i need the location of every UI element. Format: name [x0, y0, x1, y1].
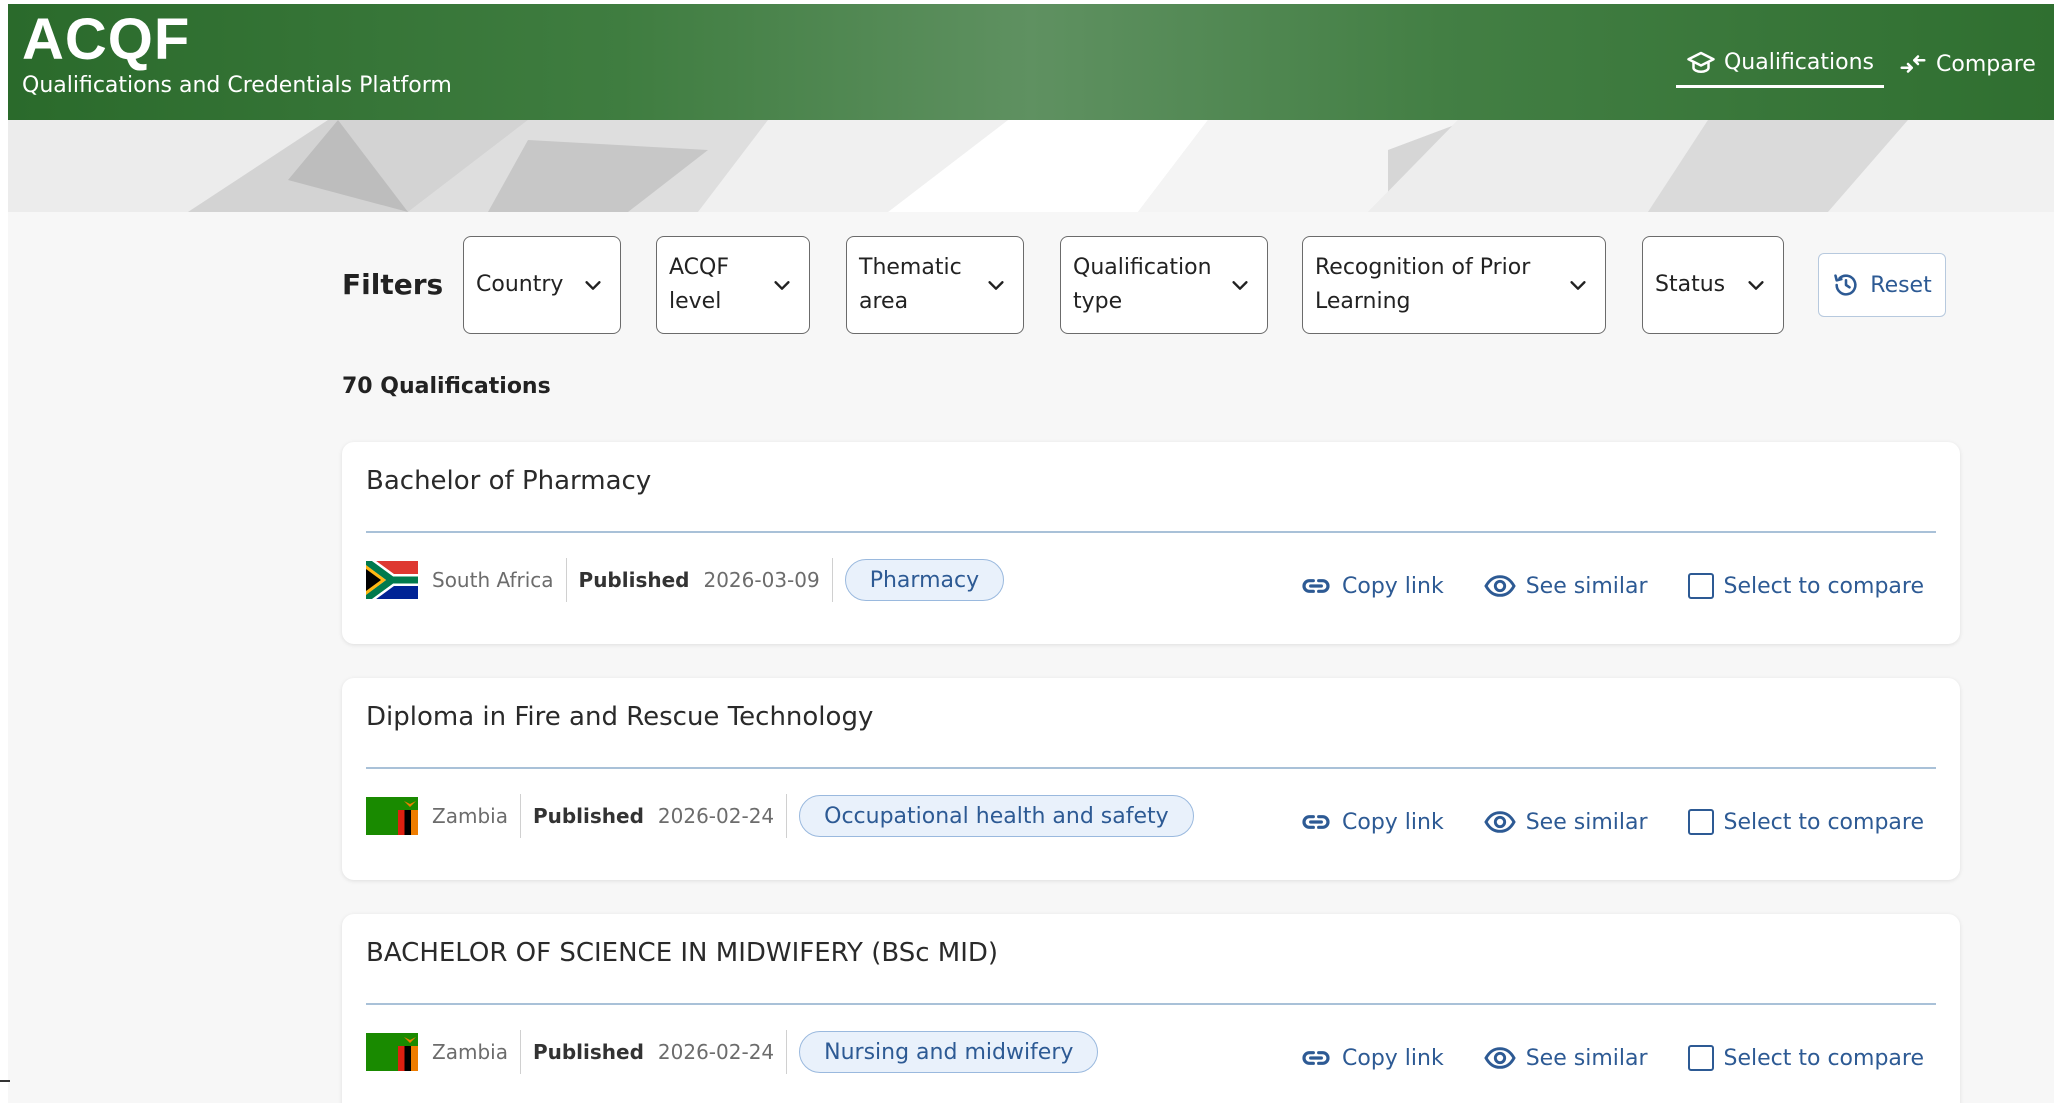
thematic-tag[interactable]: Occupational health and safety — [799, 795, 1194, 837]
card-divider — [366, 767, 1936, 769]
nav-compare[interactable]: Compare — [1898, 40, 2036, 88]
card-actions: Copy link See similar Select to compare — [1300, 802, 1924, 842]
published-date: 2026-02-24 — [658, 1030, 788, 1074]
copy-link-label: Copy link — [1342, 1045, 1444, 1071]
qualification-card: Bachelor of Pharmacy South Africa Publis… — [342, 442, 1960, 644]
filter-rpl-label: Recognition of Prior Learning — [1315, 255, 1531, 314]
link-icon — [1302, 1051, 1330, 1065]
published-date: 2026-02-24 — [658, 794, 788, 838]
qualification-meta: Zambia Published 2026-02-24 Nursing and … — [366, 1030, 1099, 1074]
eye-icon — [1484, 811, 1516, 833]
filter-country[interactable]: Country — [463, 236, 621, 334]
compare-arrows-icon — [1900, 55, 1926, 73]
eye-icon — [1484, 1047, 1516, 1069]
filter-country-label: Country — [476, 272, 564, 297]
select-to-compare-checkbox[interactable]: Select to compare — [1687, 1045, 1924, 1071]
copy-link-label: Copy link — [1342, 573, 1444, 599]
thematic-tag[interactable]: Pharmacy — [844, 559, 1005, 601]
reset-filters-button[interactable]: Reset — [1818, 253, 1946, 317]
chevron-down-icon — [1570, 281, 1586, 290]
see-similar-button[interactable]: See similar — [1484, 806, 1648, 838]
zambia-flag-icon — [366, 797, 418, 835]
see-similar-button[interactable]: See similar — [1484, 1042, 1648, 1074]
copy-link-label: Copy link — [1342, 809, 1444, 835]
graduation-cap-icon — [1687, 51, 1715, 73]
qualification-card: Diploma in Fire and Rescue Technology Za… — [342, 678, 1960, 880]
published-date: 2026-03-09 — [703, 558, 833, 602]
zambia-flag-icon — [366, 1033, 418, 1071]
edge-mark — [0, 1080, 10, 1082]
see-similar-button[interactable]: See similar — [1484, 570, 1648, 602]
checkbox-square[interactable] — [1687, 809, 1714, 835]
checkbox-square[interactable] — [1687, 1045, 1714, 1071]
nav-qualifications-label: Qualifications — [1723, 50, 1874, 75]
country-name: Zambia — [432, 1030, 521, 1074]
chevron-down-icon — [1748, 281, 1764, 290]
app-window: ACQF Qualifications and Credentials Plat… — [8, 4, 2054, 1103]
published-label: Published — [578, 568, 690, 592]
select-compare-label: Select to compare — [1723, 809, 1924, 835]
south-africa-flag-icon — [366, 561, 418, 599]
select-to-compare-checkbox[interactable]: Select to compare — [1687, 809, 1924, 835]
eye-icon — [1484, 575, 1516, 597]
qualification-meta: Zambia Published 2026-02-24 Occupational… — [366, 794, 1194, 838]
copy-link-button[interactable]: Copy link — [1300, 806, 1444, 838]
card-actions: Copy link See similar Select to compare — [1300, 1038, 1924, 1078]
copy-link-button[interactable]: Copy link — [1300, 570, 1444, 602]
polygon-pattern — [8, 120, 2054, 212]
country-name: Zambia — [432, 794, 521, 838]
card-actions: Copy link See similar Select to compare — [1300, 566, 1924, 606]
acqf-logo[interactable]: ACQF — [22, 8, 190, 72]
results-count: 70 Qualifications — [342, 374, 551, 399]
qualification-meta: South Africa Published 2026-03-09 Pharma… — [366, 558, 1005, 602]
filter-acqf-level-label: ACQF level — [669, 255, 729, 314]
chevron-down-icon — [585, 281, 601, 290]
link-icon — [1302, 579, 1330, 593]
filter-qualification-type[interactable]: Qualification type — [1060, 236, 1268, 334]
history-reset-icon — [1834, 274, 1857, 296]
link-icon — [1302, 815, 1330, 829]
select-compare-label: Select to compare — [1723, 1045, 1924, 1071]
decorative-banner — [8, 120, 2054, 212]
qualification-title[interactable]: Bachelor of Pharmacy — [366, 466, 651, 496]
chevron-down-icon — [988, 281, 1004, 290]
see-similar-label: See similar — [1525, 573, 1648, 599]
card-divider — [366, 531, 1936, 533]
select-compare-label: Select to compare — [1723, 573, 1924, 599]
qualification-card: BACHELOR OF SCIENCE IN MIDWIFERY (BSc MI… — [342, 914, 1960, 1103]
qualification-title[interactable]: Diploma in Fire and Rescue Technology — [366, 702, 873, 732]
top-header: ACQF Qualifications and Credentials Plat… — [8, 4, 2054, 120]
card-divider — [366, 1003, 1936, 1005]
reset-label: Reset — [1870, 272, 1932, 298]
nav-qualifications[interactable]: Qualifications — [1676, 40, 1884, 88]
published-label: Published — [532, 804, 644, 828]
country-name: South Africa — [432, 558, 567, 602]
nav-compare-label: Compare — [1936, 51, 2036, 77]
filter-qualification-type-label: Qualification type — [1073, 255, 1212, 314]
filter-thematic-area-label: Thematic area — [859, 255, 962, 314]
qualification-title[interactable]: BACHELOR OF SCIENCE IN MIDWIFERY (BSc MI… — [366, 938, 998, 968]
see-similar-label: See similar — [1525, 809, 1648, 835]
copy-link-button[interactable]: Copy link — [1300, 1042, 1444, 1074]
filter-thematic-area[interactable]: Thematic area — [846, 236, 1024, 334]
filters-heading: Filters — [342, 268, 444, 301]
checkbox-square[interactable] — [1687, 573, 1714, 599]
chevron-down-icon — [774, 281, 790, 290]
filter-status[interactable]: Status — [1642, 236, 1784, 334]
filter-recognition-prior-learning[interactable]: Recognition of Prior Learning — [1302, 236, 1606, 334]
filter-acqf-level[interactable]: ACQF level — [656, 236, 810, 334]
see-similar-label: See similar — [1525, 1045, 1648, 1071]
filter-status-label: Status — [1655, 272, 1726, 297]
chevron-down-icon — [1232, 281, 1248, 290]
platform-tagline: Qualifications and Credentials Platform — [22, 73, 452, 98]
published-label: Published — [532, 1040, 644, 1064]
thematic-tag[interactable]: Nursing and midwifery — [799, 1031, 1099, 1073]
select-to-compare-checkbox[interactable]: Select to compare — [1687, 573, 1924, 599]
